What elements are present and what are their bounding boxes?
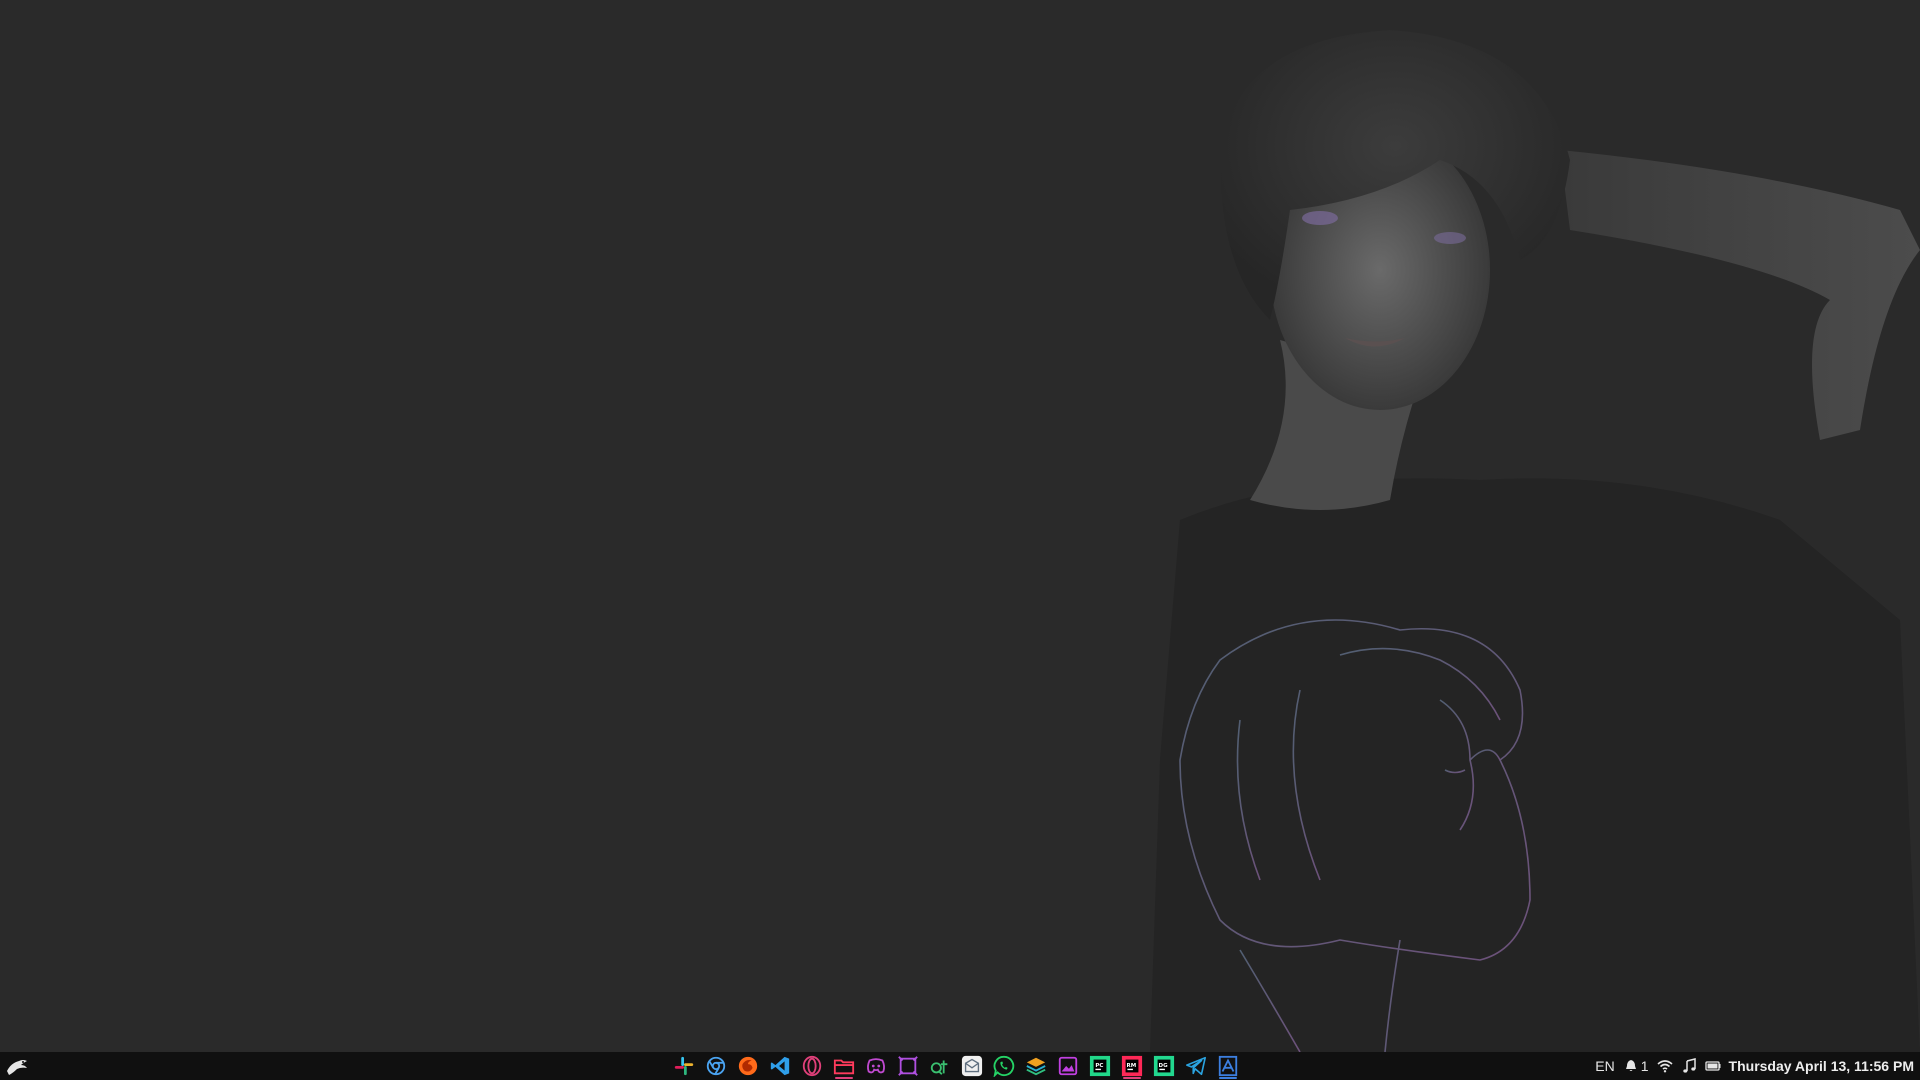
dock-app-vscode[interactable] (768, 1052, 792, 1080)
firefox-icon (738, 1056, 758, 1076)
dock-app-discord[interactable] (864, 1052, 888, 1080)
discord-icon (867, 1058, 885, 1074)
image-viewer-icon (1058, 1056, 1078, 1076)
music-note-icon (1682, 1058, 1696, 1073)
dock-app-slack[interactable] (672, 1052, 696, 1080)
clock[interactable]: Thursday April 13, 11:56 PM (1729, 1052, 1914, 1080)
opera-icon (802, 1055, 822, 1077)
slack-icon (674, 1056, 694, 1076)
anime-girl-wallpaper (1150, 30, 1920, 1052)
dock-app-datagrip[interactable]: DG (1152, 1052, 1176, 1080)
dock-app-whatsapp[interactable] (992, 1052, 1016, 1080)
pycharm-icon: PC (1089, 1055, 1111, 1077)
dock-app-telegram[interactable] (1184, 1052, 1208, 1080)
document-viewer-icon (1218, 1055, 1238, 1077)
svg-text:RM: RM (1127, 1063, 1137, 1069)
eagle-menu-icon (7, 1060, 27, 1075)
dock-app-document-viewer[interactable] (1216, 1052, 1240, 1080)
qt-designer-icon (898, 1056, 918, 1076)
wifi-icon (1657, 1060, 1673, 1073)
wifi-indicator[interactable] (1657, 1052, 1673, 1080)
notification-count: 1 (1640, 1058, 1649, 1074)
desktop (0, 0, 1920, 1052)
dock-app-rubymine[interactable]: RM (1120, 1052, 1144, 1080)
dock-app-qt-designer[interactable] (896, 1052, 920, 1080)
chrome-icon (706, 1056, 726, 1076)
dock-app-pycharm[interactable]: PC (1088, 1052, 1112, 1080)
layers-icon (1026, 1057, 1046, 1076)
svg-text:PC: PC (1095, 1063, 1103, 1069)
svg-text:DG: DG (1159, 1063, 1169, 1069)
dock-app-chrome[interactable] (704, 1052, 728, 1080)
dock-app-files[interactable] (832, 1052, 856, 1080)
dock-app-opera[interactable] (800, 1052, 824, 1080)
battery-indicator[interactable] (1704, 1052, 1721, 1080)
dock: PC RM DG (672, 1052, 1240, 1080)
dock-app-image-viewer[interactable] (1056, 1052, 1080, 1080)
dock-app-firefox[interactable] (736, 1052, 760, 1080)
clock-label: Thursday April 13, 11:56 PM (1728, 1058, 1914, 1074)
battery-icon (1704, 1061, 1721, 1071)
start-menu-button[interactable] (2, 1052, 32, 1080)
keyboard-layout-label: EN (1595, 1058, 1615, 1074)
mail-icon (961, 1055, 983, 1077)
datagrip-icon: DG (1153, 1055, 1175, 1077)
dock-app-layers[interactable] (1024, 1052, 1048, 1080)
dock-app-mail[interactable] (960, 1052, 984, 1080)
keyboard-layout-indicator[interactable]: EN (1595, 1052, 1614, 1080)
rubymine-icon: RM (1121, 1055, 1143, 1077)
system-tray: EN 1 Thursday April 13, 11:56 PM (1595, 1052, 1914, 1080)
dock-app-qt-creator[interactable] (928, 1052, 952, 1080)
notifications-indicator[interactable]: 1 (1623, 1052, 1649, 1080)
folder-icon (833, 1059, 855, 1075)
qt-creator-icon (930, 1060, 948, 1075)
bell-icon (1625, 1060, 1636, 1071)
media-indicator[interactable] (1681, 1052, 1697, 1080)
whatsapp-icon (993, 1055, 1015, 1077)
vscode-icon (770, 1056, 790, 1076)
telegram-icon (1186, 1056, 1206, 1076)
taskbar: PC RM DG EN 1 Thursday April 13, 11:56 P… (0, 1052, 1920, 1080)
